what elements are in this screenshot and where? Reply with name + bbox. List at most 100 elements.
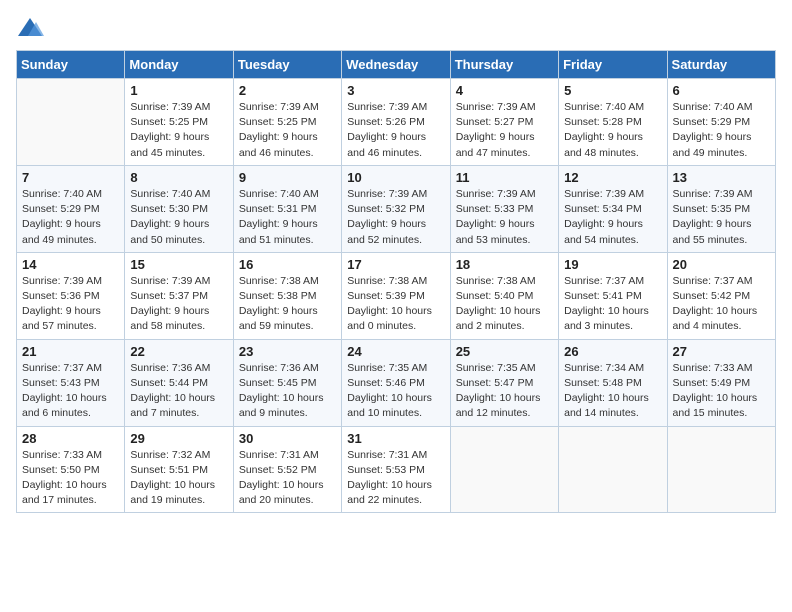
day-number: 23 [239, 344, 336, 359]
calendar-header-row: SundayMondayTuesdayWednesdayThursdayFrid… [17, 51, 776, 79]
calendar-cell: 2 Sunrise: 7:39 AMSunset: 5:25 PMDaylight… [233, 79, 341, 166]
day-info: Sunrise: 7:39 AMSunset: 5:25 PMDaylight:… [239, 100, 336, 161]
day-number: 5 [564, 83, 661, 98]
calendar-week-row: 14Sunrise: 7:39 AMSunset: 5:36 PMDayligh… [17, 252, 776, 339]
day-info: Sunrise: 7:37 AMSunset: 5:42 PMDaylight:… [673, 274, 770, 335]
day-number: 24 [347, 344, 444, 359]
day-number: 13 [673, 170, 770, 185]
day-info: Sunrise: 7:39 AMSunset: 5:37 PMDaylight:… [130, 274, 227, 335]
day-info: Sunrise: 7:36 AMSunset: 5:45 PMDaylight:… [239, 361, 336, 422]
day-info: Sunrise: 7:39 AMSunset: 5:32 PMDaylight:… [347, 187, 444, 248]
calendar-cell: 24 Sunrise: 7:35 AMSunset: 5:46 PMDayligh… [342, 339, 450, 426]
day-info: Sunrise: 7:35 AMSunset: 5:46 PMDaylight:… [347, 361, 444, 422]
day-info: Sunrise: 7:39 AMSunset: 5:36 PMDaylight:… [22, 274, 119, 335]
calendar-cell: 15 Sunrise: 7:39 AMSunset: 5:37 PMDayligh… [125, 252, 233, 339]
day-info: Sunrise: 7:39 AMSunset: 5:34 PMDaylight:… [564, 187, 661, 248]
logo-icon [16, 16, 44, 40]
day-info: Sunrise: 7:35 AMSunset: 5:47 PMDaylight:… [456, 361, 553, 422]
day-number: 7 [22, 170, 119, 185]
calendar-body: 1 Sunrise: 7:39 AMSunset: 5:25 PMDaylight… [17, 79, 776, 513]
day-info: Sunrise: 7:38 AMSunset: 5:38 PMDaylight:… [239, 274, 336, 335]
calendar-cell: 20 Sunrise: 7:37 AMSunset: 5:42 PMDayligh… [667, 252, 775, 339]
day-info: Sunrise: 7:37 AMSunset: 5:43 PMDaylight:… [22, 361, 119, 422]
day-number: 15 [130, 257, 227, 272]
calendar-cell: 3Sunrise: 7:39 AMSunset: 5:26 PMDaylight… [342, 79, 450, 166]
day-number: 10 [347, 170, 444, 185]
logo [16, 16, 48, 40]
day-number: 27 [673, 344, 770, 359]
calendar-table: SundayMondayTuesdayWednesdayThursdayFrid… [16, 50, 776, 513]
calendar-cell: 31 Sunrise: 7:31 AMSunset: 5:53 PMDayligh… [342, 426, 450, 513]
day-info: Sunrise: 7:32 AMSunset: 5:51 PMDaylight:… [130, 448, 227, 509]
calendar-cell: 19 Sunrise: 7:37 AMSunset: 5:41 PMDayligh… [559, 252, 667, 339]
day-number: 16 [239, 257, 336, 272]
calendar-cell: 11Sunrise: 7:39 AMSunset: 5:33 PMDayligh… [450, 165, 558, 252]
day-number: 12 [564, 170, 661, 185]
calendar-cell: 7Sunrise: 7:40 AMSunset: 5:29 PMDaylight… [17, 165, 125, 252]
day-info: Sunrise: 7:38 AMSunset: 5:40 PMDaylight:… [456, 274, 553, 335]
calendar-cell: 27 Sunrise: 7:33 AMSunset: 5:49 PMDayligh… [667, 339, 775, 426]
day-header-tuesday: Tuesday [233, 51, 341, 79]
day-number: 28 [22, 431, 119, 446]
calendar-cell: 10 Sunrise: 7:39 AMSunset: 5:32 PMDayligh… [342, 165, 450, 252]
day-header-monday: Monday [125, 51, 233, 79]
day-info: Sunrise: 7:39 AMSunset: 5:33 PMDaylight:… [456, 187, 553, 248]
calendar-cell: 17 Sunrise: 7:38 AMSunset: 5:39 PMDayligh… [342, 252, 450, 339]
day-number: 25 [456, 344, 553, 359]
calendar-cell: 4Sunrise: 7:39 AMSunset: 5:27 PMDaylight… [450, 79, 558, 166]
day-header-sunday: Sunday [17, 51, 125, 79]
calendar-cell [667, 426, 775, 513]
day-number: 8 [130, 170, 227, 185]
calendar-cell: 26Sunrise: 7:34 AMSunset: 5:48 PMDayligh… [559, 339, 667, 426]
header [16, 16, 776, 40]
day-number: 2 [239, 83, 336, 98]
day-info: Sunrise: 7:40 AMSunset: 5:30 PMDaylight:… [130, 187, 227, 248]
day-number: 17 [347, 257, 444, 272]
day-header-saturday: Saturday [667, 51, 775, 79]
calendar-cell: 28Sunrise: 7:33 AMSunset: 5:50 PMDayligh… [17, 426, 125, 513]
day-info: Sunrise: 7:39 AMSunset: 5:35 PMDaylight:… [673, 187, 770, 248]
calendar-cell: 22 Sunrise: 7:36 AMSunset: 5:44 PMDayligh… [125, 339, 233, 426]
day-number: 19 [564, 257, 661, 272]
day-number: 22 [130, 344, 227, 359]
calendar-cell: 13 Sunrise: 7:39 AMSunset: 5:35 PMDayligh… [667, 165, 775, 252]
calendar-cell: 29Sunrise: 7:32 AMSunset: 5:51 PMDayligh… [125, 426, 233, 513]
calendar-cell [17, 79, 125, 166]
day-number: 30 [239, 431, 336, 446]
calendar-cell: 12 Sunrise: 7:39 AMSunset: 5:34 PMDayligh… [559, 165, 667, 252]
day-info: Sunrise: 7:40 AMSunset: 5:29 PMDaylight:… [673, 100, 770, 161]
day-number: 6 [673, 83, 770, 98]
calendar-week-row: 7Sunrise: 7:40 AMSunset: 5:29 PMDaylight… [17, 165, 776, 252]
calendar-cell [450, 426, 558, 513]
day-number: 20 [673, 257, 770, 272]
calendar-week-row: 21 Sunrise: 7:37 AMSunset: 5:43 PMDayligh… [17, 339, 776, 426]
day-info: Sunrise: 7:34 AMSunset: 5:48 PMDaylight:… [564, 361, 661, 422]
calendar-cell: 5 Sunrise: 7:40 AMSunset: 5:28 PMDaylight… [559, 79, 667, 166]
day-info: Sunrise: 7:31 AMSunset: 5:52 PMDaylight:… [239, 448, 336, 509]
calendar-cell: 6 Sunrise: 7:40 AMSunset: 5:29 PMDaylight… [667, 79, 775, 166]
calendar-week-row: 28Sunrise: 7:33 AMSunset: 5:50 PMDayligh… [17, 426, 776, 513]
calendar-cell: 1 Sunrise: 7:39 AMSunset: 5:25 PMDaylight… [125, 79, 233, 166]
day-info: Sunrise: 7:39 AMSunset: 5:26 PMDaylight:… [347, 100, 444, 161]
day-number: 9 [239, 170, 336, 185]
day-info: Sunrise: 7:36 AMSunset: 5:44 PMDaylight:… [130, 361, 227, 422]
day-number: 1 [130, 83, 227, 98]
day-number: 21 [22, 344, 119, 359]
calendar-cell: 23 Sunrise: 7:36 AMSunset: 5:45 PMDayligh… [233, 339, 341, 426]
day-header-thursday: Thursday [450, 51, 558, 79]
day-header-friday: Friday [559, 51, 667, 79]
calendar-cell: 25 Sunrise: 7:35 AMSunset: 5:47 PMDayligh… [450, 339, 558, 426]
calendar-cell: 21 Sunrise: 7:37 AMSunset: 5:43 PMDayligh… [17, 339, 125, 426]
calendar-cell: 16 Sunrise: 7:38 AMSunset: 5:38 PMDayligh… [233, 252, 341, 339]
day-info: Sunrise: 7:33 AMSunset: 5:49 PMDaylight:… [673, 361, 770, 422]
calendar-week-row: 1 Sunrise: 7:39 AMSunset: 5:25 PMDaylight… [17, 79, 776, 166]
day-info: Sunrise: 7:40 AMSunset: 5:28 PMDaylight:… [564, 100, 661, 161]
day-info: Sunrise: 7:39 AMSunset: 5:25 PMDaylight:… [130, 100, 227, 161]
day-info: Sunrise: 7:38 AMSunset: 5:39 PMDaylight:… [347, 274, 444, 335]
day-number: 31 [347, 431, 444, 446]
calendar-cell: 30 Sunrise: 7:31 AMSunset: 5:52 PMDayligh… [233, 426, 341, 513]
calendar-cell: 9Sunrise: 7:40 AMSunset: 5:31 PMDaylight… [233, 165, 341, 252]
day-info: Sunrise: 7:31 AMSunset: 5:53 PMDaylight:… [347, 448, 444, 509]
calendar-cell: 14Sunrise: 7:39 AMSunset: 5:36 PMDayligh… [17, 252, 125, 339]
day-info: Sunrise: 7:37 AMSunset: 5:41 PMDaylight:… [564, 274, 661, 335]
